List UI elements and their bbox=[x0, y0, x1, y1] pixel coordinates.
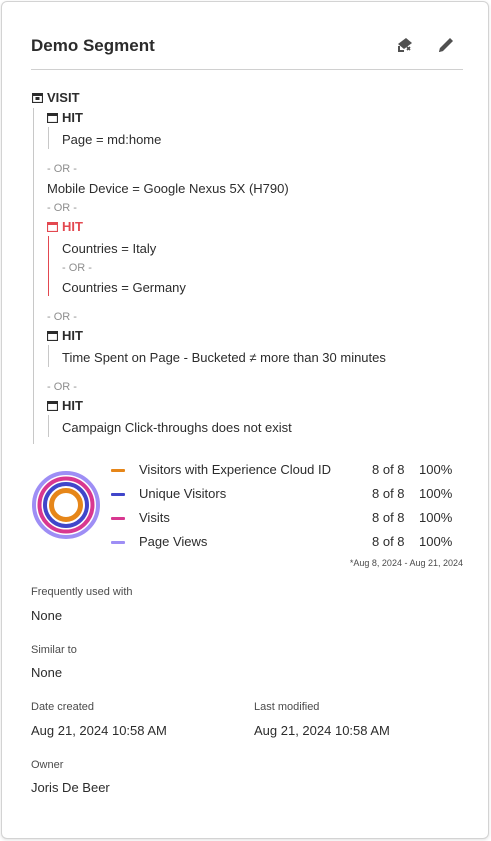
metrics-donut-chart bbox=[32, 471, 100, 539]
visit-container-line bbox=[33, 108, 34, 444]
rule-page[interactable]: Page = md:home bbox=[62, 132, 161, 147]
segment-title: Demo Segment bbox=[31, 36, 155, 55]
metric-name: Page Views bbox=[139, 534, 208, 549]
similar-to-value: None bbox=[31, 665, 63, 680]
metric-name: Unique Visitors bbox=[139, 486, 227, 501]
frequently-used-label: Frequently used with bbox=[31, 586, 133, 598]
rule-countries-germany[interactable]: Countries = Germany bbox=[62, 280, 186, 295]
hit-label: HIT bbox=[62, 110, 83, 125]
or-operator[interactable]: - OR - bbox=[47, 163, 77, 175]
date-range-note: *Aug 8, 2024 - Aug 21, 2024 bbox=[349, 558, 463, 568]
metric-count: 8 of 8 bbox=[372, 534, 405, 549]
similar-to-label: Similar to bbox=[31, 644, 77, 656]
metric-percent: 100% bbox=[419, 534, 453, 549]
last-modified-value: Aug 21, 2024 10:58 AM bbox=[254, 723, 390, 738]
date-created-value: Aug 21, 2024 10:58 AM bbox=[31, 723, 167, 738]
visit-container: VISIT bbox=[32, 90, 80, 105]
hit-container-1: HIT bbox=[47, 110, 83, 125]
frequently-used-value: None bbox=[31, 608, 63, 623]
hit-container-icon bbox=[47, 112, 58, 123]
metric-name: Visitors with Experience Cloud ID bbox=[139, 462, 331, 477]
hit-container-icon bbox=[47, 221, 58, 232]
hit-container-icon bbox=[47, 330, 58, 341]
rule-countries-italy[interactable]: Countries = Italy bbox=[62, 241, 156, 256]
owner-label: Owner bbox=[31, 759, 64, 771]
date-created-label: Date created bbox=[31, 701, 94, 713]
legend-swatch bbox=[111, 469, 125, 472]
hit-container-3: HIT bbox=[47, 328, 83, 343]
hit-container-2: HIT bbox=[47, 219, 83, 234]
rule-campaign-click-throughs[interactable]: Campaign Click-throughs does not exist bbox=[62, 420, 292, 435]
ring-visits bbox=[37, 476, 95, 534]
metric-row: Page Views 8 of 8 100% bbox=[109, 534, 463, 552]
or-operator[interactable]: - OR - bbox=[47, 311, 77, 323]
or-operator[interactable]: - OR - bbox=[47, 381, 77, 393]
rule-mobile-device[interactable]: Mobile Device = Google Nexus 5X (H790) bbox=[47, 181, 289, 196]
hit-container-line-selected bbox=[48, 236, 49, 296]
metric-percent: 100% bbox=[419, 486, 453, 501]
metric-row: Unique Visitors 8 of 8 100% bbox=[109, 486, 463, 504]
or-operator[interactable]: - OR - bbox=[62, 262, 92, 274]
hit-container-line bbox=[48, 415, 49, 437]
metric-percent: 100% bbox=[419, 510, 453, 525]
edit-icon[interactable] bbox=[435, 34, 457, 56]
metric-name: Visits bbox=[139, 510, 170, 525]
metric-count: 8 of 8 bbox=[372, 486, 405, 501]
rule-time-spent[interactable]: Time Spent on Page - Bucketed ≠ more tha… bbox=[62, 350, 386, 365]
hit-container-4: HIT bbox=[47, 398, 83, 413]
hit-container-line bbox=[48, 127, 49, 149]
segment-metrics: Visitors with Experience Cloud ID 8 of 8… bbox=[31, 462, 463, 572]
hit-label: HIT bbox=[62, 398, 83, 413]
hit-label: HIT bbox=[62, 328, 83, 343]
legend-swatch bbox=[111, 517, 125, 520]
visit-container-icon bbox=[32, 92, 43, 103]
segment-detail-card: Demo Segment VISIT HIT Page = md:home - … bbox=[1, 1, 489, 839]
metric-row: Visits 8 of 8 100% bbox=[109, 510, 463, 528]
share-icon[interactable] bbox=[394, 34, 416, 56]
card-header: Demo Segment bbox=[31, 32, 463, 70]
metric-count: 8 of 8 bbox=[372, 510, 405, 525]
last-modified-label: Last modified bbox=[254, 701, 320, 713]
hit-label: HIT bbox=[62, 219, 83, 234]
legend-swatch bbox=[111, 541, 125, 544]
metric-count: 8 of 8 bbox=[372, 462, 405, 477]
ring-visitors-ecid bbox=[49, 488, 83, 522]
or-operator[interactable]: - OR - bbox=[47, 202, 77, 214]
hit-container-icon bbox=[47, 400, 58, 411]
legend-swatch bbox=[111, 493, 125, 496]
hit-container-line bbox=[48, 345, 49, 367]
metric-row: Visitors with Experience Cloud ID 8 of 8… bbox=[109, 462, 463, 480]
visit-label: VISIT bbox=[47, 90, 80, 105]
owner-value: Joris De Beer bbox=[31, 780, 110, 795]
metric-percent: 100% bbox=[419, 462, 453, 477]
